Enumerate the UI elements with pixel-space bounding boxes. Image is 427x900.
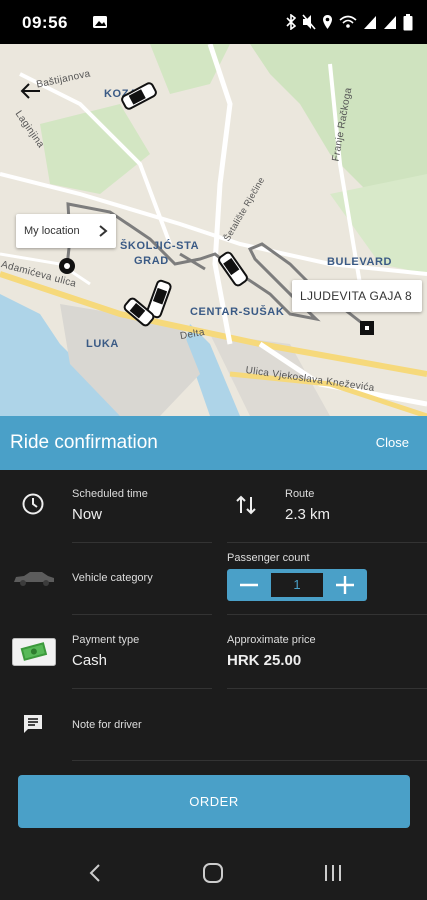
- nav-home-icon[interactable]: [198, 860, 228, 886]
- back-arrow-icon[interactable]: [18, 78, 44, 104]
- nav-recents-icon[interactable]: [318, 860, 348, 886]
- divider: [227, 688, 427, 689]
- minus-button[interactable]: [227, 569, 271, 601]
- note-icon: [24, 715, 42, 733]
- scheduled-time-label: Scheduled time: [72, 488, 148, 500]
- wifi-call-icon: [339, 15, 357, 28]
- clock-icon: [22, 493, 44, 515]
- map-view[interactable]: Baštijanova KOZALA Laginjina Franje Račk…: [0, 44, 427, 416]
- approx-price-label: Approximate price: [227, 634, 316, 646]
- note-for-driver-label[interactable]: Note for driver: [72, 719, 142, 731]
- mute-icon: [302, 14, 316, 30]
- ride-confirmation-header: Ride confirmation Close: [0, 416, 427, 470]
- my-location-label: My location: [24, 225, 80, 237]
- status-icons: [286, 13, 413, 31]
- payment-type-value[interactable]: Cash: [72, 652, 107, 669]
- route-value: 2.3 km: [285, 506, 331, 523]
- car-marker-icon: [121, 82, 157, 110]
- location-icon: [323, 15, 332, 29]
- ride-details-panel: Scheduled time Now Route 2.3 km Vehicle …: [0, 470, 427, 848]
- vehicle-category-label[interactable]: Vehicle category: [72, 572, 153, 584]
- route-icon: [236, 495, 256, 515]
- divider: [72, 688, 212, 689]
- cash-icon: [12, 638, 56, 666]
- destination-bubble[interactable]: LJUDEVITA GAJA 8: [292, 280, 422, 312]
- destination-label: LJUDEVITA GAJA 8: [300, 289, 412, 303]
- map-label: CENTAR-SUŠAK: [190, 306, 285, 318]
- divider: [72, 542, 212, 543]
- map-label: LUKA: [86, 338, 119, 350]
- signal-icon: [384, 16, 396, 29]
- close-button[interactable]: Close: [376, 435, 409, 450]
- page-title: Ride confirmation: [10, 432, 158, 453]
- destination-marker-icon: [360, 321, 374, 335]
- chevron-right-icon: [99, 225, 108, 237]
- signal-icon: [364, 16, 376, 29]
- bluetooth-icon: [286, 14, 296, 30]
- divider: [227, 542, 427, 543]
- status-time: 09:56: [22, 13, 68, 32]
- car-marker-icon: [218, 251, 248, 287]
- route-label: Route: [285, 488, 315, 500]
- car-marker-icon: [123, 297, 155, 327]
- passenger-count-label: Passenger count: [227, 552, 310, 564]
- map-label: GRAD: [134, 255, 169, 267]
- order-button[interactable]: ORDER: [18, 775, 410, 828]
- battery-icon: [403, 13, 413, 30]
- payment-type-label: Payment type: [72, 634, 140, 646]
- plus-button[interactable]: [323, 569, 367, 601]
- map-label: BULEVARD: [327, 256, 393, 268]
- nav-back-icon[interactable]: [80, 860, 110, 886]
- scheduled-time-value[interactable]: Now: [72, 506, 102, 523]
- divider: [72, 760, 427, 761]
- my-location-bubble[interactable]: My location: [16, 214, 116, 248]
- map-label: ŠKOLJIĆ-STA: [120, 240, 200, 252]
- divider: [72, 614, 212, 615]
- origin-marker-icon: [59, 258, 75, 274]
- passenger-count-stepper: 1: [227, 569, 367, 601]
- approx-price-value: HRK 25.00: [227, 652, 302, 669]
- status-bar: 09:56: [0, 0, 427, 44]
- car-icon: [14, 572, 54, 586]
- gallery-icon: [93, 16, 107, 28]
- passenger-count-value[interactable]: 1: [271, 573, 323, 597]
- system-nav-bar: [0, 848, 427, 900]
- divider: [227, 614, 427, 615]
